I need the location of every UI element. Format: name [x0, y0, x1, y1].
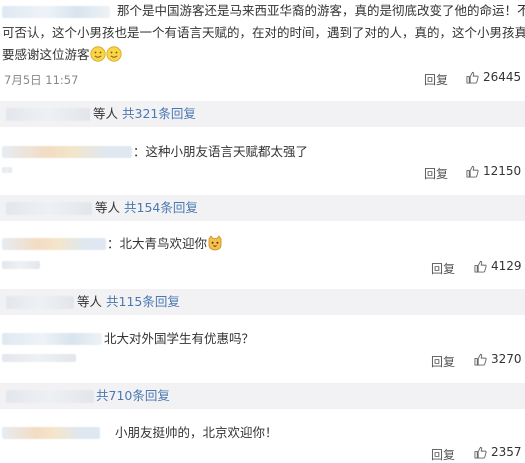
smile-emoji-icon	[105, 46, 122, 62]
reply-button[interactable]: 回复	[424, 71, 448, 88]
like-button[interactable]: 3270	[474, 352, 522, 366]
smile-emoji-icon	[89, 46, 106, 62]
replies-summary-prefix: 等人	[95, 200, 121, 215]
replier-names-blurred	[6, 296, 74, 309]
commenter-name-blurred[interactable]	[2, 333, 102, 345]
commenter-name-blurred[interactable]	[2, 238, 106, 250]
replier-names-blurred	[6, 390, 94, 403]
replier-names-blurred	[6, 108, 90, 121]
like-count: 2357	[491, 445, 522, 459]
reply-button[interactable]: 回复	[424, 165, 448, 182]
replier-names-blurred	[6, 202, 92, 215]
replies-summary-bar[interactable]: 等人 共115条回复	[0, 289, 525, 315]
reply-button[interactable]: 回复	[431, 353, 455, 370]
comment-text: 小朋友挺帅的，北京欢迎你！	[115, 425, 278, 440]
comment-text-line: 可否认，这个小男孩也是一个有语言天赋的，在对的时间，遇到了对的人，真的，这个小男…	[2, 25, 525, 40]
replies-summary-prefix: 等人	[93, 106, 119, 121]
like-button[interactable]: 26445	[466, 70, 521, 84]
reply-button[interactable]: 回复	[431, 446, 455, 463]
view-replies-link[interactable]: 共154条回复	[124, 200, 198, 215]
image-attachment-blurred[interactable]	[2, 354, 76, 362]
replies-summary-bar[interactable]: 等人 共321条回复	[0, 101, 525, 127]
view-replies-link[interactable]: 共321条回复	[122, 106, 196, 121]
like-count: 12150	[483, 164, 522, 178]
comment-text: 北大对外国学生有优惠吗？	[104, 331, 255, 346]
thumbs-up-icon	[466, 165, 479, 178]
like-button[interactable]: 2357	[474, 445, 522, 459]
commenter-name-blurred[interactable]	[2, 146, 132, 158]
comment-text-line: 要感谢这位游客	[2, 44, 122, 65]
like-button[interactable]: 4129	[474, 259, 522, 273]
like-count: 26445	[483, 70, 522, 84]
replies-summary-prefix: 等人	[77, 294, 103, 309]
replies-summary-bar[interactable]: 等人 共154条回复	[0, 195, 525, 221]
like-count: 4129	[491, 259, 522, 273]
comment-timestamp: 7月5日 11:57	[4, 73, 79, 87]
view-replies-link[interactable]: 共710条回复	[96, 388, 170, 403]
image-attachment-blurred[interactable]	[2, 261, 40, 269]
like-button[interactable]: 12150	[466, 164, 521, 178]
thumbs-up-icon	[474, 353, 487, 366]
commenter-name-blurred[interactable]	[2, 427, 100, 439]
reply-button[interactable]: 回复	[431, 260, 455, 277]
like-count: 3270	[491, 352, 522, 366]
comment-text: ：北大青鸟欢迎你	[107, 233, 223, 254]
commenter-name-blurred[interactable]	[2, 6, 110, 18]
cat-emoji-icon	[208, 235, 222, 251]
thumbs-up-icon	[474, 260, 487, 273]
view-replies-link[interactable]: 共115条回复	[106, 294, 180, 309]
thumbs-up-icon	[466, 71, 479, 84]
comment-text-line: 那个是中国游客还是马来西亚华裔的游客，真的是彻底改变了他的命运！不	[117, 3, 525, 18]
replies-summary-bar[interactable]: 共710条回复	[0, 383, 525, 409]
thumbs-up-icon	[474, 446, 487, 459]
image-attachment-blurred[interactable]	[2, 167, 12, 173]
comment-text: ：这种小朋友语言天赋都太强了	[133, 144, 309, 159]
